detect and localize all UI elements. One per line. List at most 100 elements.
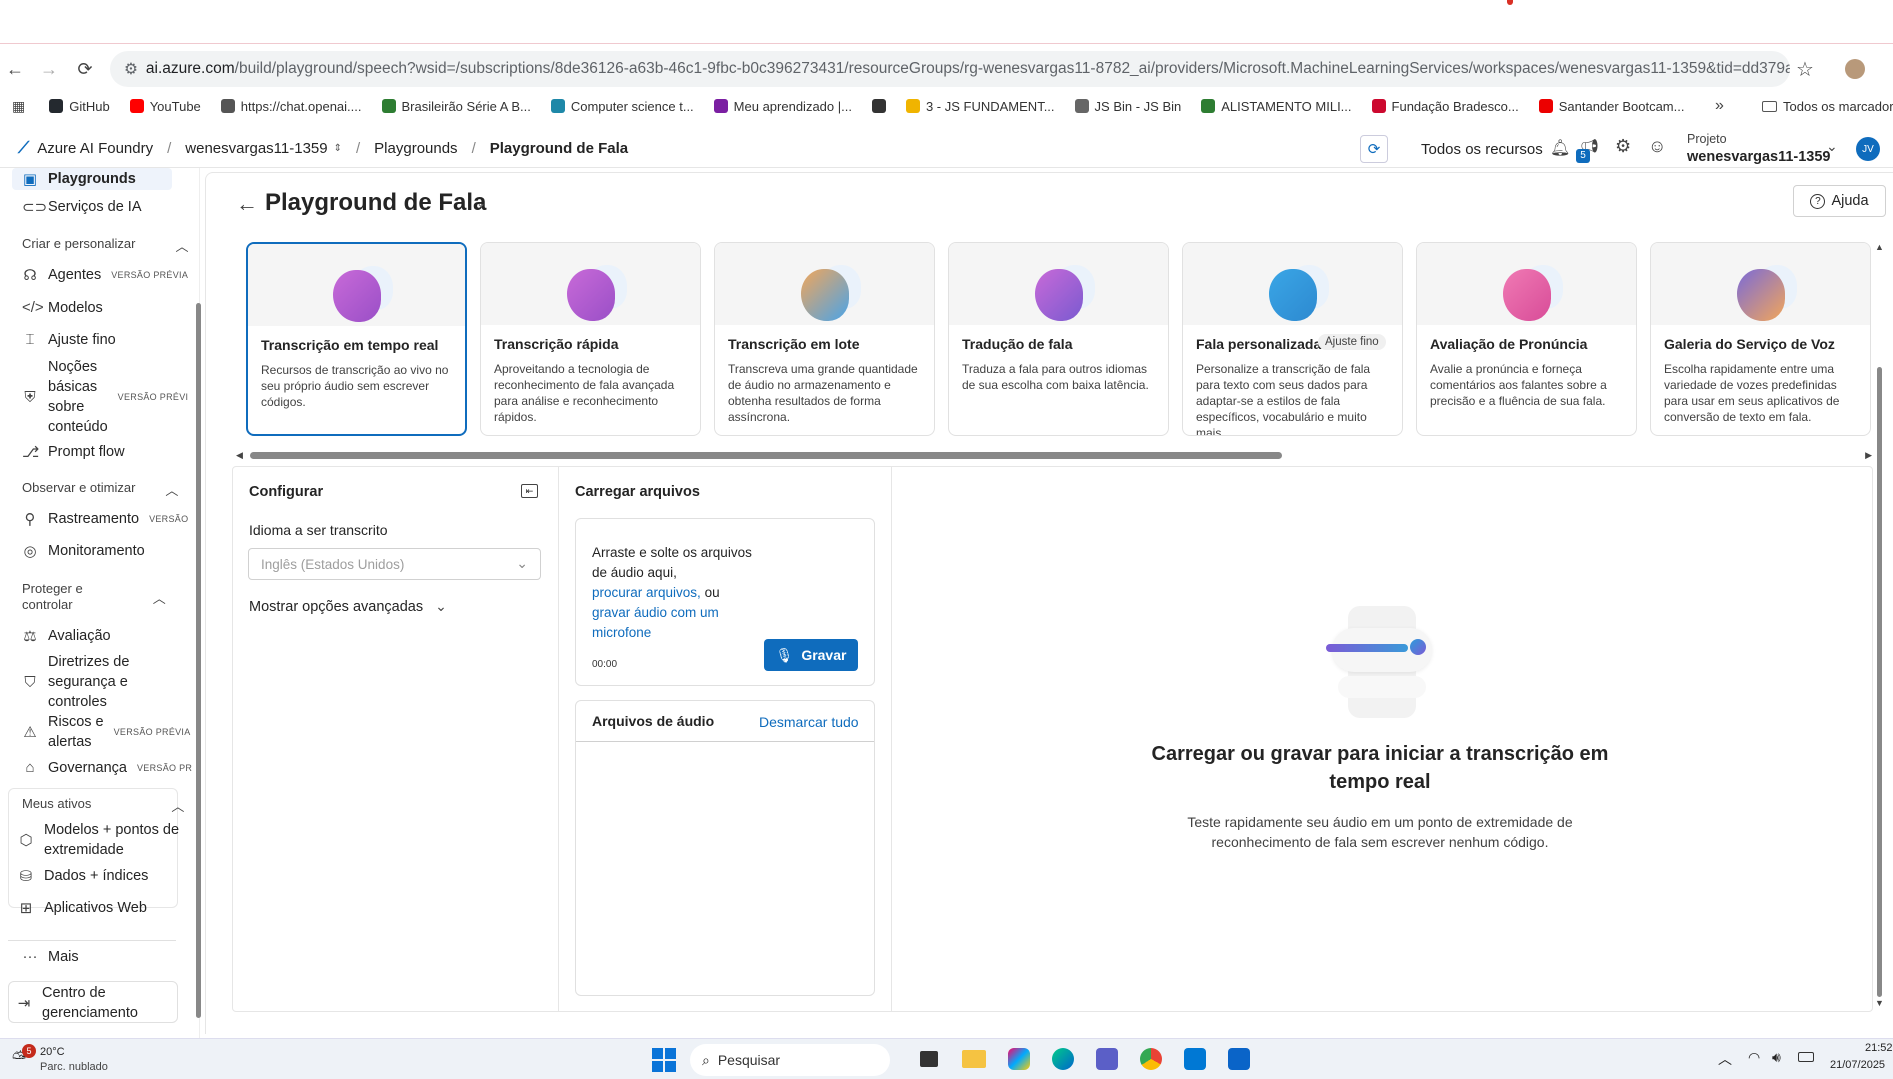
record-mic-link[interactable]: microfone	[592, 623, 772, 643]
scenario-card[interactable]: Avaliação de Pronúncia Avalie a pronúncia…	[1416, 242, 1637, 436]
reload-icon[interactable]: ⟳	[72, 56, 98, 82]
sync-icon[interactable]: ⟳	[1360, 135, 1388, 163]
feedback-smiley-icon[interactable]: ☺	[1648, 136, 1666, 157]
sidebar-item-evaluation[interactable]: ⚖ Avaliação	[22, 627, 110, 645]
bookmark-item[interactable]: GitHub	[49, 99, 110, 114]
edge-icon[interactable]	[1052, 1048, 1074, 1070]
address-bar[interactable]: ⚙ ai.azure.com/build/playground/speech?w…	[110, 51, 1790, 87]
bookmark-item[interactable]	[871, 99, 886, 113]
task-view-icon[interactable]	[920, 1051, 938, 1067]
sidebar-item-models[interactable]: </> Modelos	[22, 299, 103, 316]
bookmark-item[interactable]: Computer science t...	[550, 99, 694, 114]
section-label: Observar e otimizar	[22, 480, 136, 495]
sidebar-item-web-apps[interactable]: ⊞ Aplicativos Web	[18, 899, 147, 917]
advanced-options-toggle[interactable]: Mostrar opções avançadas ⌄	[249, 598, 447, 615]
clock-date[interactable]: 21/07/2025	[1830, 1059, 1885, 1071]
clock-time[interactable]: 21:52	[1865, 1042, 1893, 1054]
site-info-icon[interactable]: ⚙	[124, 60, 138, 79]
scenario-card[interactable]: Transcrição em lote Transcreva uma grande…	[714, 242, 935, 436]
bookmark-item[interactable]: JS Bin - JS Bin	[1074, 99, 1181, 114]
bookmark-item[interactable]: ALISTAMENTO MILI...	[1201, 99, 1352, 114]
sidebar-item-agents[interactable]: ☊ Agentes VERSÃO PRÉVIA	[22, 266, 188, 284]
help-button[interactable]: ? Ajuda	[1793, 185, 1886, 217]
sidebar-item-content-basics[interactable]: ⛨ Noções básicas sobre conteúdo VERSÃO P…	[22, 357, 188, 437]
project-name[interactable]: wenesvargas11-1359	[1687, 149, 1831, 165]
weather-widget[interactable]: ⛅︎ 5 20°C Parc. nublado	[10, 1044, 120, 1076]
section-assets[interactable]: Meus ativos ︿	[22, 796, 184, 815]
sidebar-scrollbar-thumb[interactable]	[196, 303, 201, 1018]
cards-scrollbar-thumb[interactable]	[250, 452, 1282, 459]
bookmark-item[interactable]: Fundação Bradesco...	[1371, 99, 1519, 114]
sidebar-scrollbar[interactable]	[194, 168, 202, 1028]
bookmark-star-icon[interactable]: ☆	[1792, 56, 1818, 82]
chrome-icon[interactable]	[1140, 1048, 1162, 1070]
breadcrumb-playgrounds[interactable]: Playgrounds	[374, 140, 457, 157]
main-vertical-scrollbar[interactable]: ▲ ▼	[1874, 242, 1884, 1012]
bell-icon[interactable]: 🔔︎	[1550, 138, 1570, 158]
sidebar-item-management-center[interactable]: ⇥ Centro de gerenciamento	[16, 983, 138, 1023]
volume-icon[interactable]: 🔊︎	[1772, 1049, 1781, 1066]
section-observe[interactable]: Observar e otimizar ︿	[22, 480, 178, 499]
bookmark-item[interactable]: Brasileirão Série A B...	[381, 99, 531, 114]
battery-icon[interactable]	[1798, 1052, 1814, 1062]
scenario-card[interactable]: Tradução de fala Traduza a fala para outr…	[948, 242, 1169, 436]
collapse-panel-icon[interactable]: ⇤	[521, 484, 538, 498]
back-arrow-icon[interactable]: ←	[236, 191, 258, 217]
tray-chevron-icon[interactable]: ︿	[1718, 1049, 1732, 1069]
language-select[interactable]: Inglês (Estados Unidos) ⌄	[248, 548, 541, 580]
sidebar-item-monitoring[interactable]: ◎ Monitoramento	[22, 542, 144, 560]
section-protect[interactable]: Proteger e controlar ︿	[22, 581, 166, 613]
profile-avatar[interactable]	[1842, 56, 1868, 82]
record-mic-link[interactable]: gravar áudio com um	[592, 603, 772, 623]
sidebar-item-data-indexes[interactable]: ⛁ Dados + índices	[18, 867, 149, 885]
bookmark-item[interactable]: Meu aprendizado |...	[713, 99, 852, 114]
chevron-updown-icon[interactable]: ⇕	[334, 143, 342, 154]
sidebar-item-risks[interactable]: ⚠ Riscos e alertas VERSÃO PRÉVIA	[22, 712, 191, 752]
user-avatar[interactable]: JV	[1856, 137, 1880, 161]
cards-horizontal-scrollbar[interactable]: ◀ ▶	[236, 450, 1872, 462]
vscode-icon[interactable]	[1184, 1048, 1206, 1070]
sidebar-item-tracing[interactable]: ⚲ Rastreamento VERSÃO	[22, 510, 189, 528]
taskbar-search[interactable]: ⌕ Pesquisar	[690, 1044, 890, 1076]
title-chevron-down-icon[interactable]: ⌄	[476, 196, 486, 210]
wifi-icon[interactable]: ◠	[1748, 1049, 1760, 1066]
sidebar-item-models-endpoints[interactable]: ⬡ Modelos + pontos de extremidade	[18, 820, 179, 860]
deselect-all-link[interactable]: Desmarcar tudo	[759, 714, 859, 730]
forward-icon[interactable]: →	[36, 56, 62, 82]
back-icon[interactable]: ←	[2, 56, 28, 82]
scenario-card[interactable]: Galeria do Serviço de Voz Escolha rapidam…	[1650, 242, 1871, 436]
sidebar-item-governance[interactable]: ⌂ Governança VERSÃO PR	[22, 759, 192, 776]
sidebar-item-playgrounds[interactable]: ▣ Playgrounds	[12, 168, 172, 190]
main-scrollbar-thumb[interactable]	[1877, 367, 1882, 997]
sidebar: ▣ Playgrounds ⊂⊃ Serviços de IA Criar e …	[0, 168, 202, 1038]
record-button[interactable]: 🎙︎ Gravar	[764, 639, 858, 671]
sidebar-item-prompt-flow[interactable]: ⎇ Prompt flow	[22, 443, 125, 461]
settings-gear-icon[interactable]: ⚙	[1615, 136, 1631, 157]
sidebar-item-guidelines[interactable]: ⛉ Diretrizes de segurança e controles	[22, 652, 129, 712]
sidebar-item-more[interactable]: ··· Mais	[22, 948, 79, 965]
sidebar-item-finetune[interactable]: ⌶ Ajuste fino	[22, 331, 115, 348]
windows-start-icon[interactable]	[652, 1048, 676, 1072]
content-safety-icon: ⛨	[24, 388, 36, 406]
file-explorer-icon[interactable]	[962, 1050, 986, 1068]
chevron-down-icon[interactable]: ⌄	[1826, 138, 1838, 155]
scenario-card[interactable]: Fala personalizada Ajuste fino Personalize…	[1182, 242, 1403, 436]
browse-files-link[interactable]: procurar arquivos,	[592, 585, 701, 600]
brand-link[interactable]: Azure AI Foundry	[37, 140, 153, 157]
bookmark-item[interactable]: Santander Bootcam...	[1538, 99, 1684, 114]
section-create[interactable]: Criar e personalizar ︿	[22, 236, 188, 255]
breadcrumb-project[interactable]: wenesvargas11-1359	[185, 140, 327, 157]
all-resources-link[interactable]: Todos os recursos	[1421, 141, 1543, 158]
bookmark-item[interactable]: 3 - JS FUNDAMENT...	[905, 99, 1055, 114]
scenario-card[interactable]: Transcrição rápida Aproveitando a tecnolo…	[480, 242, 701, 436]
apps-grid-icon[interactable]: ▦	[12, 98, 25, 115]
bookmark-item[interactable]: YouTube	[129, 99, 201, 114]
sidebar-item-ai-services[interactable]: ⊂⊃ Serviços de IA	[22, 198, 142, 216]
copilot-icon[interactable]	[1008, 1048, 1030, 1070]
all-bookmarks-folder[interactable]: Todos os marcadores	[1762, 99, 1893, 114]
bookmark-item[interactable]: https://chat.openai....	[220, 99, 362, 114]
outlook-icon[interactable]	[1228, 1048, 1250, 1070]
more-bookmarks-icon[interactable]: »	[1715, 97, 1724, 115]
scenario-card[interactable]: Transcrição em tempo real Recursos de tra…	[246, 242, 467, 436]
teams-icon[interactable]	[1096, 1048, 1118, 1070]
